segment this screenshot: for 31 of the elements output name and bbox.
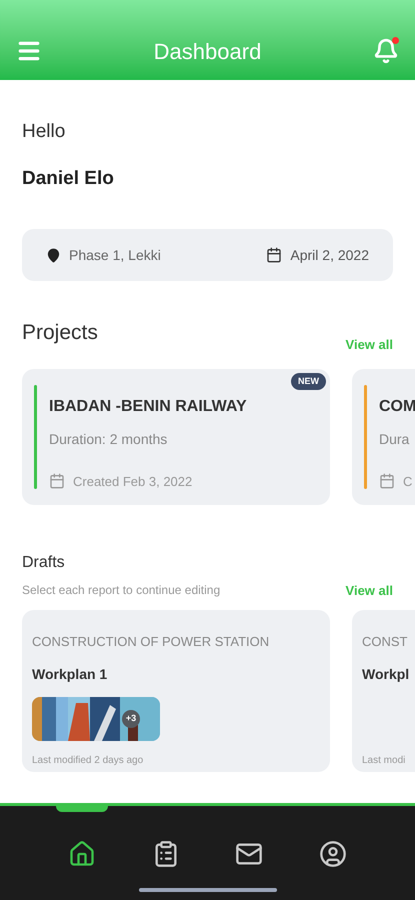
draft-project-title: CONST (362, 633, 408, 651)
location-pin-icon (46, 248, 61, 262)
draft-project-title: CONSTRUCTION OF POWER STATION (32, 633, 270, 651)
project-created-date: C (403, 472, 412, 490)
calendar-icon (266, 247, 282, 263)
last-modified-text: Last modified 2 days ago (32, 754, 144, 768)
section-subtitle: Select each report to continue editing (22, 582, 220, 600)
project-duration: Dura (379, 430, 410, 448)
draft-name: Workplan 1 (32, 664, 108, 684)
project-title: COM (379, 396, 415, 416)
bell-icon (372, 38, 399, 64)
section-title: Drafts (22, 552, 66, 572)
last-modified-text: Last modi (362, 754, 406, 768)
new-badge: NEW (291, 372, 326, 390)
notification-button[interactable] (372, 38, 399, 64)
project-duration: Duration: 2 months (49, 430, 168, 448)
draft-card[interactable]: CONST Workpl Last modi (352, 610, 415, 772)
draft-card[interactable]: CONSTRUCTION OF POWER STATION Workplan 1 +3 Last modified 2 days ago (22, 610, 330, 772)
header-title: Dashboard (154, 38, 262, 66)
section-title: Projects (22, 320, 98, 346)
project-created-date: Created Feb 3, 2022 (73, 472, 192, 490)
draft-name: Workpl (362, 664, 410, 684)
date-text: April 2, 2022 (290, 246, 369, 265)
project-title: IBADAN -BENIN RAILWAY (49, 396, 247, 416)
project-card[interactable]: IBADAN -BENIN RAILWAY Duration: 2 months Created Feb 3, 2022 NEW (22, 368, 330, 504)
location-text: Phase 1, Lekki (69, 246, 161, 264)
calendar-icon (49, 473, 65, 490)
project-card[interactable]: COM Dura C (352, 368, 415, 504)
greeting-text: Hello (22, 120, 66, 144)
user-name: Daniel Elo (22, 166, 115, 190)
calendar-icon (379, 473, 395, 490)
